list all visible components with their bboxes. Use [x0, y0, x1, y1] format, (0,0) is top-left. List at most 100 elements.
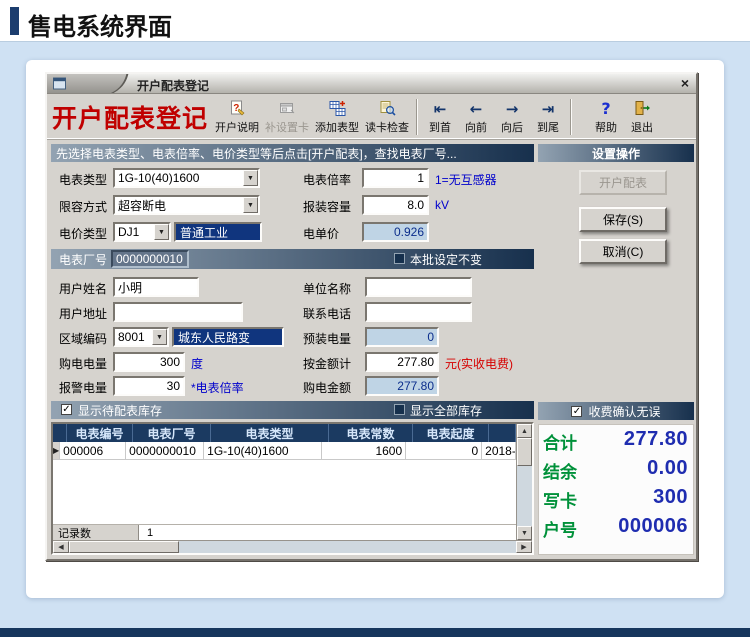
table-footer: 记录数 1 — [53, 524, 516, 540]
meter-ratio-hint: 1=无互感器 — [435, 173, 497, 187]
toolbar-button-label: 开户说明 — [215, 121, 259, 134]
column-header — [489, 424, 516, 442]
address-input[interactable] — [113, 302, 243, 322]
cell-constant: 1600 — [322, 442, 407, 460]
cell-date-partial: 2018- — [482, 442, 516, 460]
read-card-check-button[interactable]: 读卡检查 — [362, 96, 412, 138]
show-pending-stock-checkbox[interactable] — [61, 404, 72, 415]
area-selected-text[interactable]: 城东人民路变 — [172, 327, 284, 347]
factory-number-field[interactable]: 0000000010 — [111, 250, 189, 268]
chevron-down-icon[interactable]: ▼ — [154, 224, 169, 240]
phone-label: 联系电话 — [303, 307, 352, 321]
cell-factory-no: 0000000010 — [126, 442, 205, 460]
help-button[interactable]: ? 帮助 — [588, 96, 624, 138]
add-meter-type-button[interactable]: 添加表型 — [312, 96, 362, 138]
setup-card-button: 补设置卡 — [262, 96, 312, 138]
doc-question-icon: ? — [229, 100, 246, 118]
column-header[interactable]: 电表类型 — [211, 424, 329, 442]
vertical-scroll-thumb[interactable] — [517, 438, 532, 466]
save-button[interactable]: 保存(S) — [579, 207, 667, 232]
page-footer-bar — [0, 628, 750, 637]
address-label: 用户地址 — [59, 307, 108, 321]
horizontal-scrollbar[interactable]: ◀ ▶ — [53, 540, 532, 553]
go-first-button[interactable]: ⇤ 到首 — [422, 96, 458, 138]
prev-record-icon: ← — [469, 99, 483, 118]
table-row[interactable]: ▶ 000006 0000000010 1G-10(40)1600 1600 0… — [53, 442, 516, 460]
horizontal-scroll-thumb[interactable] — [69, 541, 179, 553]
show-all-stock-checkbox[interactable] — [394, 404, 405, 415]
scroll-right-icon[interactable]: ▶ — [516, 541, 532, 553]
area-code-value: 8001 — [118, 330, 145, 344]
close-icon[interactable]: × — [681, 75, 689, 91]
buy-qty-label: 购电电量 — [59, 357, 108, 371]
column-header[interactable]: 电表编号 — [67, 424, 133, 442]
org-name-input[interactable] — [365, 277, 472, 297]
column-header[interactable]: 电表常数 — [329, 424, 413, 442]
alarm-qty-input[interactable]: 30 — [113, 376, 185, 396]
price-type-value: DJ1 — [118, 225, 140, 239]
limit-mode-select[interactable]: 超容断电 ▼ — [113, 195, 260, 215]
by-amount-label: 按金额计 — [303, 357, 352, 371]
toolbar-button-label: 添加表型 — [315, 121, 359, 134]
toolbar-button-label: 读卡检查 — [365, 121, 409, 134]
chevron-down-icon[interactable]: ▼ — [152, 329, 167, 345]
preset-qty-field: 0 — [365, 327, 439, 347]
user-name-input[interactable]: 小明 — [113, 277, 199, 297]
meter-type-select[interactable]: 1G-10(40)1600 ▼ — [113, 168, 260, 188]
by-amount-input[interactable]: 277.80 — [365, 352, 439, 372]
write-card-value: 300 — [653, 486, 688, 508]
column-header[interactable]: 电表起度 — [413, 424, 489, 442]
operations-header: 设置操作 — [538, 144, 694, 162]
meter-type-value: 1G-10(40)1600 — [118, 171, 200, 185]
meter-ratio-label: 电表倍率 — [303, 173, 352, 187]
by-amount-note: 元(实收电费) — [445, 357, 513, 371]
area-code-select[interactable]: 8001 ▼ — [113, 327, 169, 347]
exit-button[interactable]: 退出 — [624, 96, 660, 138]
cancel-button[interactable]: 取消(C) — [579, 239, 667, 264]
header-accent-bar — [10, 7, 19, 35]
assign-meter-button: 开户配表 — [579, 170, 667, 195]
capacity-input[interactable]: 8.0 — [362, 195, 429, 215]
summary-panel: 合计 277.80 结余 0.00 写卡 300 户号 000006 — [538, 424, 694, 555]
price-type-selected-text[interactable]: 普通工业 — [174, 222, 262, 242]
cell-meter-no: 000006 — [60, 442, 127, 460]
next-record-icon: → — [505, 99, 519, 118]
go-next-button[interactable]: → 向后 — [494, 96, 530, 138]
capacity-unit: kV — [435, 198, 450, 212]
toolbar-button-label: 补设置卡 — [265, 121, 309, 134]
cell-meter-type: 1G-10(40)1600 — [204, 442, 323, 460]
scroll-left-icon[interactable]: ◀ — [53, 541, 69, 553]
go-previous-button[interactable]: ← 向前 — [458, 96, 494, 138]
scroll-down-icon[interactable]: ▼ — [517, 526, 532, 540]
row-selector-icon: ▶ — [53, 442, 61, 460]
chevron-down-icon[interactable]: ▼ — [243, 197, 258, 213]
last-record-icon: ⇥ — [541, 99, 555, 118]
batch-fixed-checkbox[interactable] — [394, 253, 405, 264]
scroll-up-icon[interactable]: ▲ — [517, 424, 532, 438]
factory-number-label: 电表厂号 — [59, 252, 108, 267]
dialog-title: 开户配表登记 — [137, 79, 210, 93]
svg-text:?: ? — [233, 103, 239, 114]
capacity-label: 报装容量 — [303, 200, 352, 214]
price-type-select[interactable]: DJ1 ▼ — [113, 222, 171, 242]
meter-stock-table: 电表编号 电表厂号 电表类型 电表常数 电表起度 ▶ 000006 000000… — [51, 422, 534, 555]
price-type-label: 电价类型 — [59, 227, 108, 241]
charge-confirm-checkbox[interactable] — [571, 405, 583, 417]
summary-row-total: 合计 277.80 — [539, 425, 693, 454]
charge-confirm-bar: 收费确认无误 — [538, 402, 694, 420]
limit-mode-label: 限容方式 — [59, 200, 108, 214]
go-last-button[interactable]: ⇥ 到尾 — [530, 96, 566, 138]
phone-input[interactable] — [365, 302, 472, 322]
dialog-titlebar[interactable]: 开户配表登记 × — [47, 74, 696, 94]
buy-qty-input[interactable]: 300 — [113, 352, 185, 372]
chevron-down-icon[interactable]: ▼ — [243, 170, 258, 186]
record-count-value: 1 — [147, 526, 154, 539]
batch-fixed-label: 本批设定不变 — [410, 252, 483, 267]
factory-number-bar: 电表厂号 0000000010 本批设定不变 — [51, 249, 534, 269]
open-account-help-button[interactable]: ? 开户说明 — [212, 96, 262, 138]
org-name-label: 单位名称 — [303, 282, 352, 296]
show-pending-stock-label: 显示待配表库存 — [78, 403, 163, 418]
meter-ratio-input[interactable]: 1 — [362, 168, 429, 188]
vertical-scrollbar[interactable]: ▲ ▼ — [516, 424, 532, 540]
column-header[interactable]: 电表厂号 — [133, 424, 211, 442]
